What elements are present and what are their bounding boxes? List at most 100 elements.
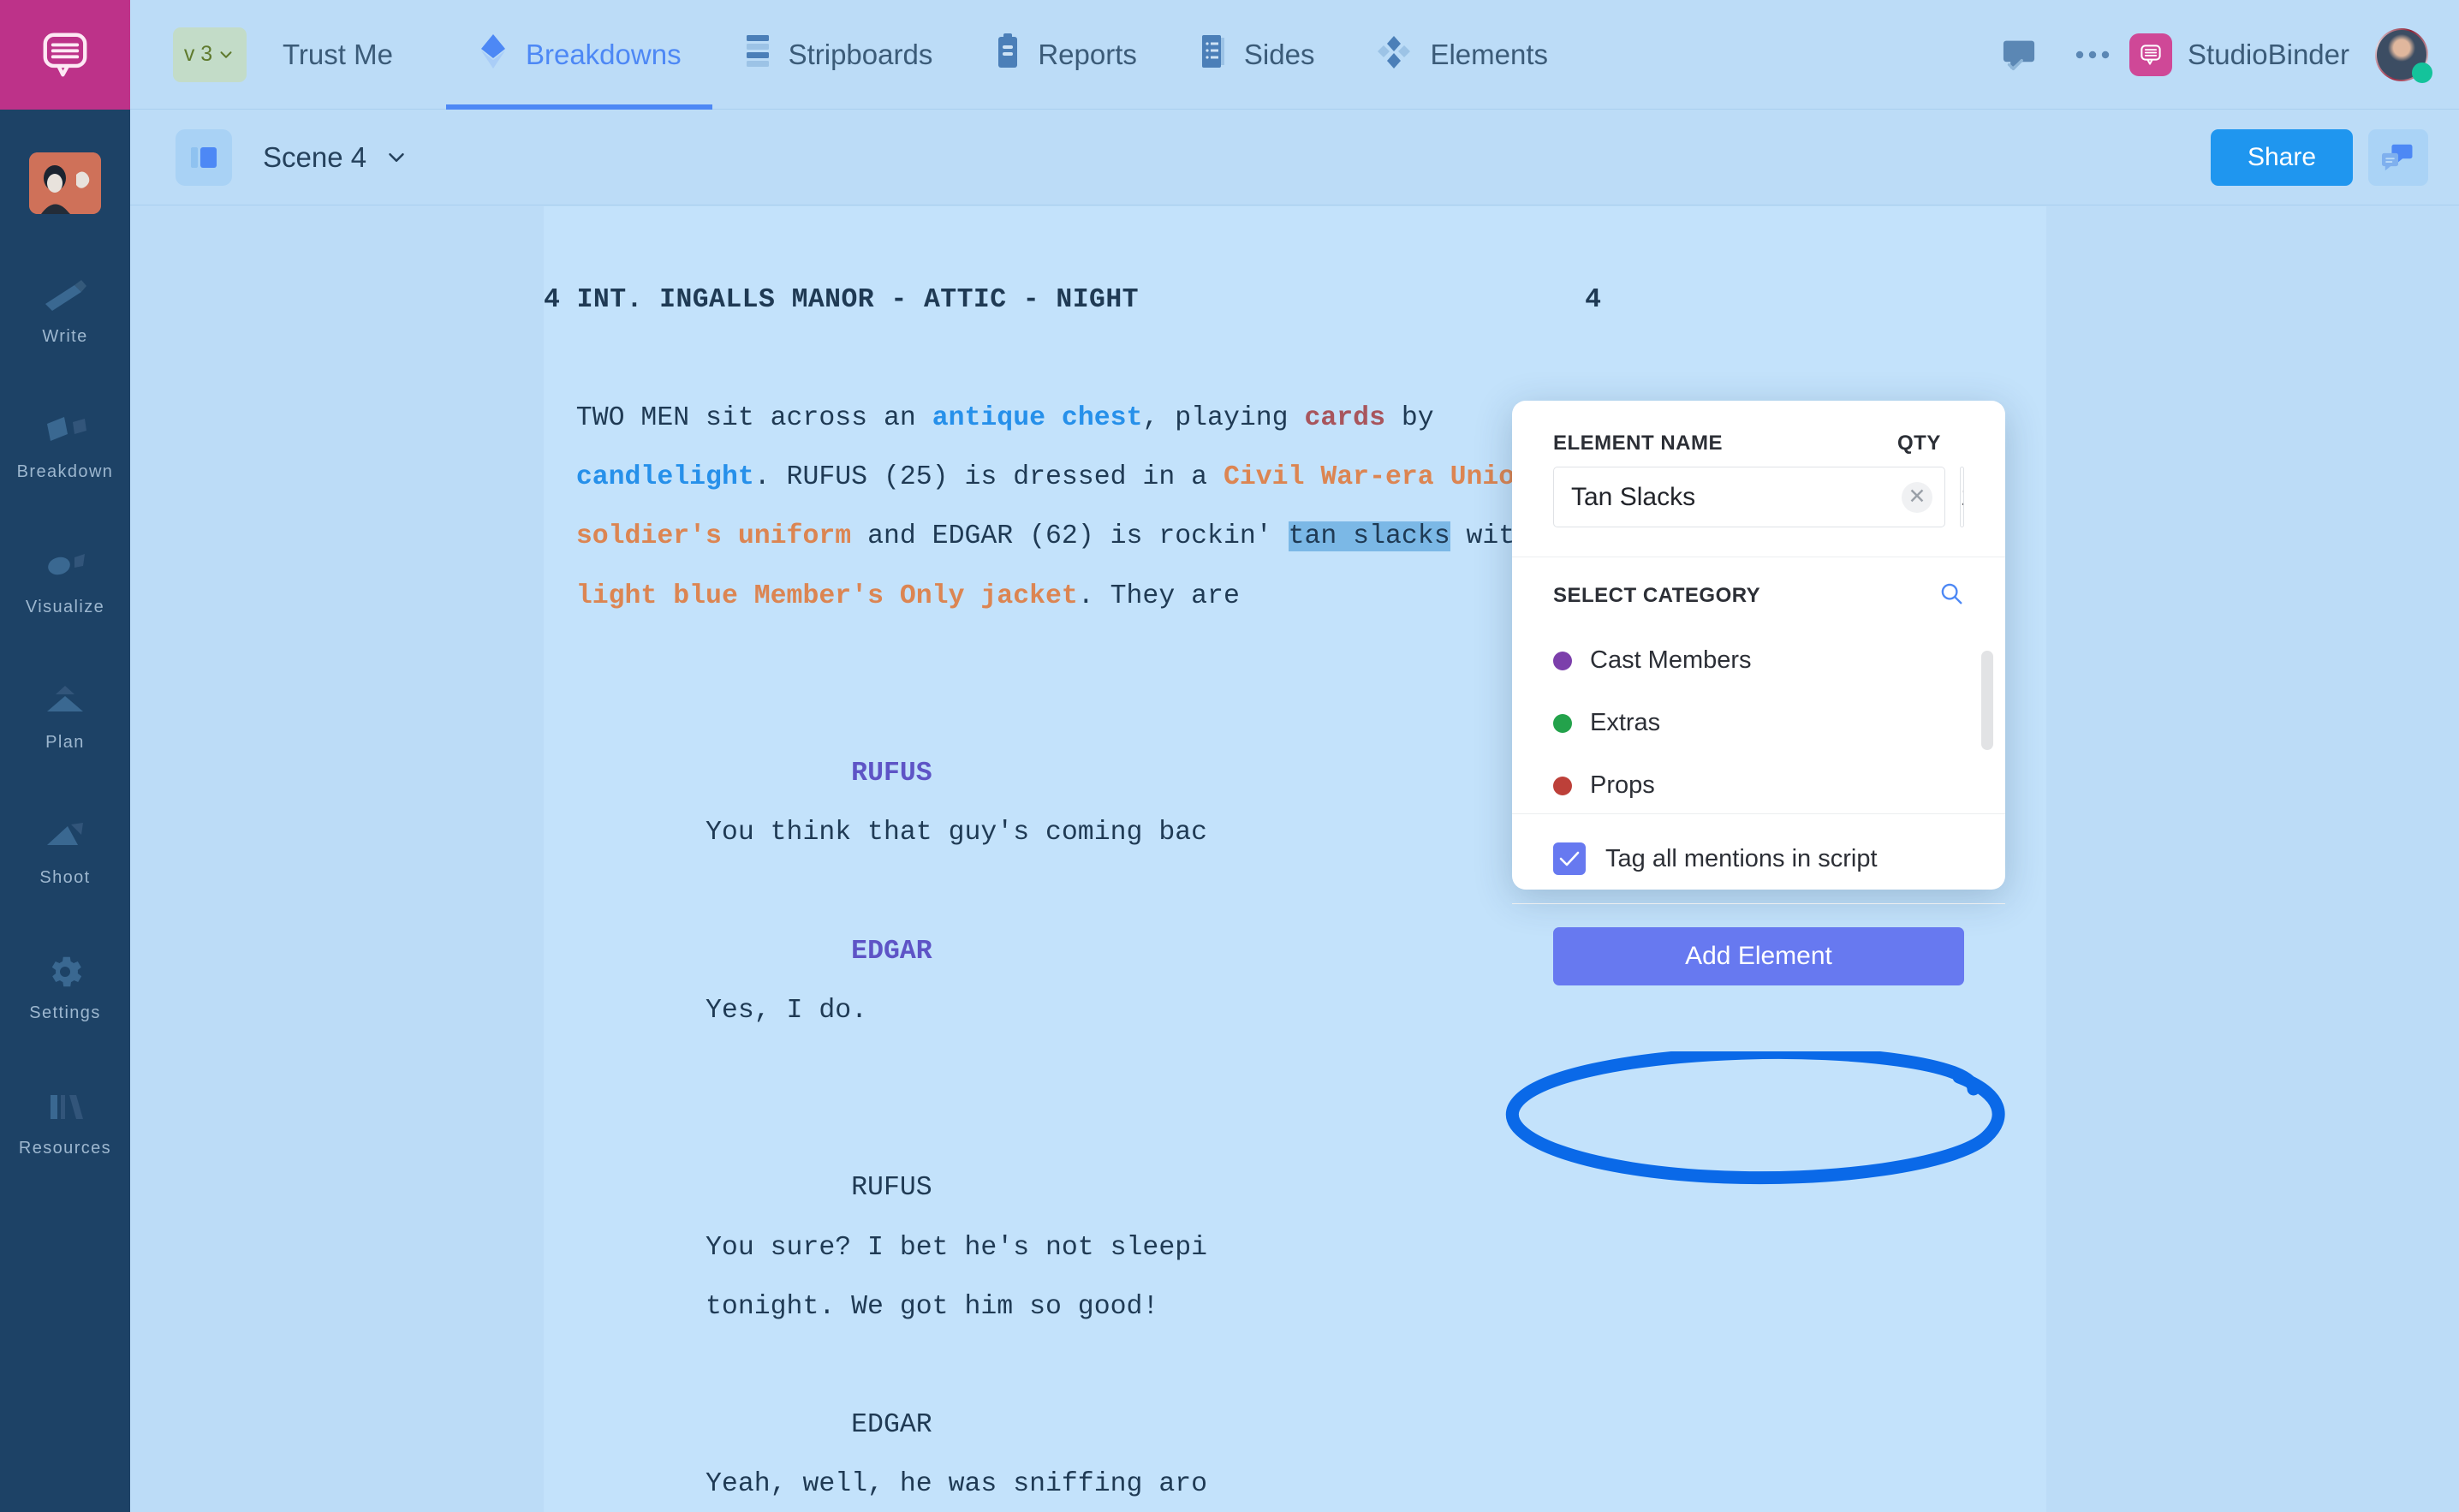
tagged-word-candlelight[interactable]: candlelight xyxy=(576,462,754,492)
share-button[interactable]: Share xyxy=(2211,129,2353,186)
sidebar-item-settings[interactable]: Settings xyxy=(0,933,130,1069)
ellipsis-icon[interactable] xyxy=(2056,18,2129,92)
write-icon xyxy=(40,276,90,315)
chat-check-icon[interactable] xyxy=(1982,18,2056,92)
project-thumbnail[interactable] xyxy=(29,152,101,214)
comments-icon[interactable] xyxy=(2368,129,2428,186)
tab-stripboards[interactable]: Stripboards xyxy=(712,0,964,110)
tag-all-mentions-checkbox[interactable] xyxy=(1553,842,1586,875)
tab-label-breakdowns: Breakdowns xyxy=(525,38,682,70)
category-color-dot xyxy=(1553,776,1572,795)
clipboard-icon xyxy=(994,33,1021,77)
script-viewport[interactable]: 4 INT. INGALLS MANOR - ATTIC - NIGHT 4 T… xyxy=(130,206,2459,1512)
sidebar-label-plan: Plan xyxy=(45,733,85,752)
sides-page-icon xyxy=(1199,33,1228,77)
scene-heading-line: 4 INT. INGALLS MANOR - ATTIC - NIGHT 4 xyxy=(544,284,2046,316)
category-scrollbar[interactable] xyxy=(1981,629,1993,813)
shoot-icon xyxy=(40,817,90,856)
element-name-input[interactable] xyxy=(1571,482,1902,512)
app-logo[interactable] xyxy=(0,0,130,110)
qty-field-wrap xyxy=(1960,467,1964,527)
sidebar-item-shoot[interactable]: Shoot xyxy=(0,798,130,933)
category-label: Props xyxy=(1590,771,1655,799)
scene-panel-icon[interactable] xyxy=(176,129,232,186)
resources-icon xyxy=(40,1087,90,1127)
subheader-right-cluster: Share xyxy=(2211,129,2459,186)
scene-number-left: 4 xyxy=(544,284,561,315)
tagged-word-members-only-jacket[interactable]: light blue Member's Only jacket xyxy=(576,581,1078,611)
tagged-character-edgar-1[interactable]: EDGAR xyxy=(851,937,932,967)
tagged-character-rufus-1[interactable]: RUFUS xyxy=(851,759,932,789)
chevron-down-icon[interactable] xyxy=(384,145,409,170)
sidebar-label-shoot: Shoot xyxy=(39,868,91,887)
qty-label: QTY xyxy=(1897,432,1941,455)
tab-label-sides: Sides xyxy=(1243,38,1315,70)
sidebar-item-resources[interactable]: Resources xyxy=(0,1069,130,1204)
category-item-cast-members[interactable]: Cast Members xyxy=(1512,629,2005,692)
scene-subheader: Scene 4 Share xyxy=(130,110,2459,205)
plan-icon xyxy=(40,682,90,721)
sidebar-label-visualize: Visualize xyxy=(25,598,105,616)
category-item-props[interactable]: Props xyxy=(1512,754,2005,813)
tagged-word-antique-chest[interactable]: antique chest xyxy=(932,403,1143,433)
popover-field-labels: ELEMENT NAME QTY xyxy=(1512,401,2005,455)
tagged-word-civil-war-uniform-b[interactable]: soldier's uniform xyxy=(576,521,851,552)
category-list[interactable]: Cast Members Extras Props Set Dressing C… xyxy=(1512,629,2005,813)
tag-all-mentions-row[interactable]: Tag all mentions in script xyxy=(1512,814,2005,875)
search-icon[interactable] xyxy=(1938,580,1964,610)
add-element-button[interactable]: Add Element xyxy=(1553,927,1964,985)
category-item-extras[interactable]: Extras xyxy=(1512,692,2005,754)
category-label: Extras xyxy=(1590,709,1661,736)
character-cue: EDGAR xyxy=(544,1410,932,1441)
version-label: v 3 xyxy=(183,42,213,66)
check-icon xyxy=(1559,851,1580,866)
character-cue: RUFUS xyxy=(544,1173,932,1204)
category-label: Cast Members xyxy=(1590,646,1752,674)
sidebar-item-breakdown[interactable]: Breakdown xyxy=(0,392,130,527)
breakdown-icon xyxy=(40,411,90,450)
scrollbar-thumb[interactable] xyxy=(1981,651,1993,750)
page-title[interactable]: Scene 4 xyxy=(263,141,366,174)
gear-icon xyxy=(45,952,86,991)
close-icon[interactable]: ✕ xyxy=(1902,481,1932,513)
version-selector[interactable]: v 3 xyxy=(173,27,247,82)
tab-label-elements: Elements xyxy=(1430,38,1549,70)
left-rail: Write Breakdown Visualize Plan Shoot Set… xyxy=(0,0,130,1512)
sidebar-item-visualize[interactable]: Visualize xyxy=(0,527,130,663)
tagged-word-cards[interactable]: cards xyxy=(1304,403,1385,433)
stripboard-icon xyxy=(743,33,772,77)
nav-tab-list: Breakdowns Stripboards Reports Sides Ele… xyxy=(445,0,1579,110)
speech-script-icon-small xyxy=(2140,44,2161,65)
project-thumbnail-image xyxy=(29,152,101,214)
diamond-icon xyxy=(477,33,509,77)
tab-sides[interactable]: Sides xyxy=(1168,0,1346,110)
tagged-word-civil-war-uniform-a[interactable]: Civil War-era Union xyxy=(1224,462,1531,492)
element-name-label: ELEMENT NAME xyxy=(1553,432,1723,455)
tab-reports[interactable]: Reports xyxy=(963,0,1168,110)
dialogue-line: You sure? I bet he's not sleepi xyxy=(544,1232,1208,1263)
category-color-dot xyxy=(1553,651,1572,670)
divider xyxy=(1512,903,2005,904)
sidebar-item-plan[interactable]: Plan xyxy=(0,663,130,798)
selected-text-tan-slacks[interactable]: tan slacks xyxy=(1288,521,1450,552)
top-navigation-bar: v 3 Trust Me Breakdowns Stripboards Repo… xyxy=(130,0,2459,110)
dialogue-line: Yeah, well, he was sniffing aro xyxy=(544,1469,1208,1500)
project-title[interactable]: Trust Me xyxy=(283,39,393,71)
sidebar-label-write: Write xyxy=(42,327,88,346)
avatar[interactable] xyxy=(2375,27,2432,83)
scene-number-right: 4 xyxy=(1585,284,1602,315)
tab-label-stripboards: Stripboards xyxy=(788,38,933,70)
popover-fields-row: ✕ xyxy=(1512,467,2005,527)
tab-elements[interactable]: Elements xyxy=(1345,0,1579,110)
tab-breakdowns[interactable]: Breakdowns xyxy=(445,0,712,110)
account-name[interactable]: StudioBinder xyxy=(2188,39,2349,71)
rail-nav-list: Write Breakdown Visualize Plan Shoot Set… xyxy=(0,257,130,1204)
dialogue-line: Yes, I do. xyxy=(544,995,868,1026)
sidebar-item-write[interactable]: Write xyxy=(0,257,130,392)
category-color-dot xyxy=(1553,713,1572,733)
sidebar-label-settings: Settings xyxy=(29,1003,101,1022)
status-badge xyxy=(2412,62,2432,83)
studiobinder-logo-badge[interactable] xyxy=(2129,33,2173,76)
quantity-stepper[interactable] xyxy=(1961,482,1963,512)
sidebar-label-breakdown: Breakdown xyxy=(16,462,114,481)
